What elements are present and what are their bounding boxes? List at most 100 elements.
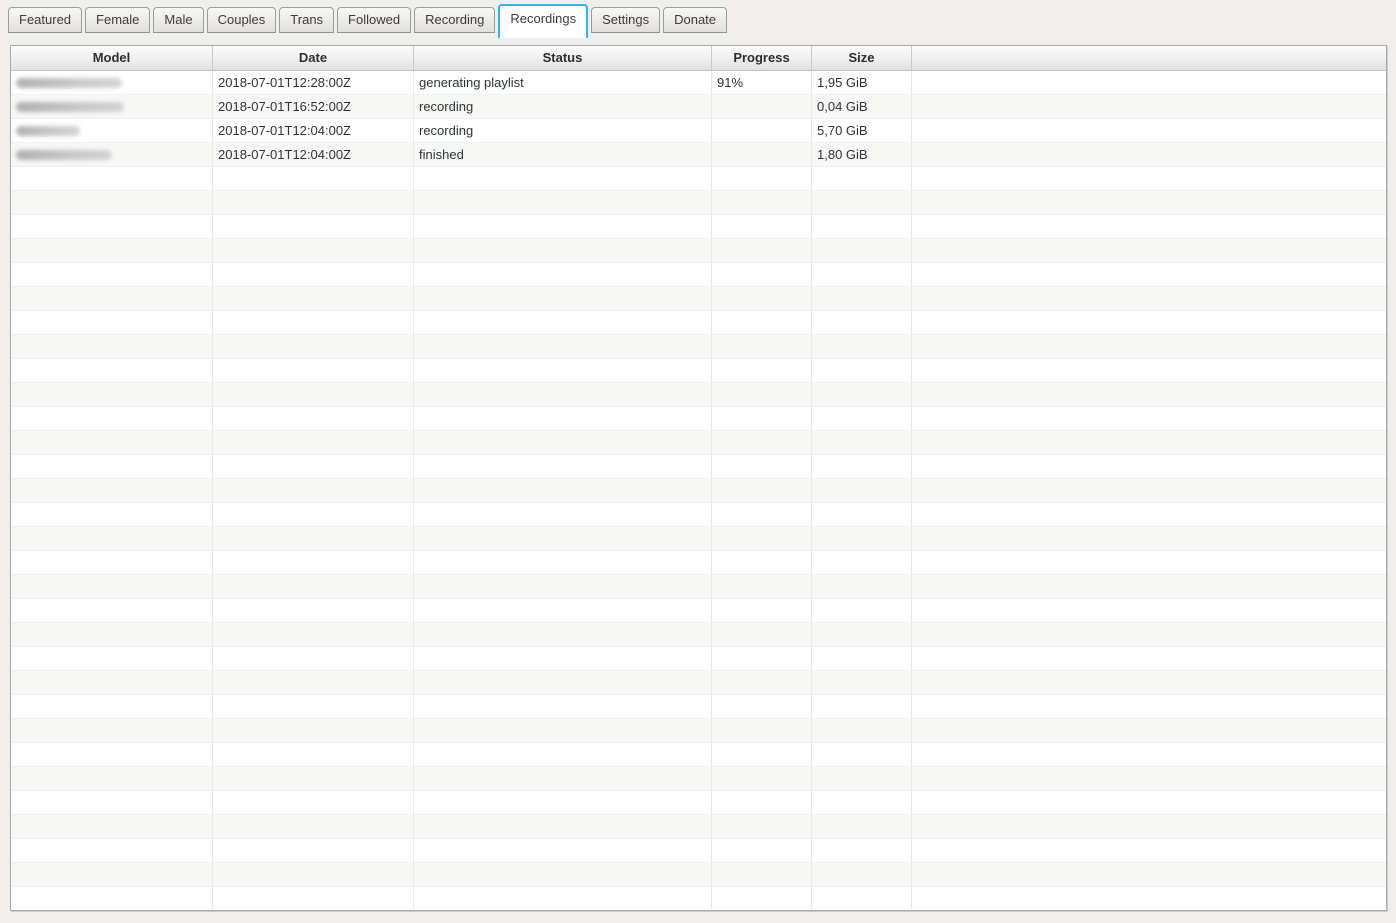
cell-empty bbox=[812, 335, 912, 358]
cell-empty bbox=[213, 263, 414, 286]
table-row[interactable]: 2018-07-01T12:04:00Z recording 5,70 GiB bbox=[11, 119, 1386, 143]
column-header-filler bbox=[912, 46, 1386, 70]
tab-trans[interactable]: Trans bbox=[279, 7, 334, 33]
column-header-model[interactable]: Model bbox=[11, 46, 213, 70]
empty-table-row bbox=[11, 887, 1386, 911]
cell-empty bbox=[812, 743, 912, 766]
cell-empty bbox=[11, 647, 213, 670]
tab-label: Donate bbox=[674, 12, 716, 27]
empty-table-row bbox=[11, 263, 1386, 287]
cell-empty bbox=[712, 263, 812, 286]
cell-empty bbox=[11, 503, 213, 526]
cell-empty bbox=[414, 719, 712, 742]
empty-table-row bbox=[11, 791, 1386, 815]
empty-table-row bbox=[11, 431, 1386, 455]
column-header-date[interactable]: Date bbox=[213, 46, 414, 70]
cell-empty bbox=[11, 839, 213, 862]
recordings-table: Model Date Status Progress Size 2018-07-… bbox=[10, 45, 1387, 911]
cell-empty bbox=[414, 623, 712, 646]
cell-empty bbox=[11, 887, 213, 910]
cell-empty bbox=[11, 863, 213, 886]
cell-empty bbox=[213, 647, 414, 670]
cell-empty bbox=[11, 743, 213, 766]
cell-empty bbox=[712, 311, 812, 334]
tab-featured[interactable]: Featured bbox=[8, 7, 82, 33]
cell-empty bbox=[712, 503, 812, 526]
cell-empty bbox=[712, 791, 812, 814]
cell-empty bbox=[812, 887, 912, 910]
cell-empty bbox=[11, 335, 213, 358]
cell-empty bbox=[712, 551, 812, 574]
cell-empty bbox=[912, 479, 1386, 502]
cell-empty bbox=[712, 239, 812, 262]
cell-progress bbox=[712, 119, 812, 142]
tab-label: Featured bbox=[19, 12, 71, 27]
cell-empty bbox=[414, 671, 712, 694]
cell-empty bbox=[712, 863, 812, 886]
empty-table-row bbox=[11, 839, 1386, 863]
cell-empty bbox=[812, 791, 912, 814]
cell-filler bbox=[912, 143, 1386, 166]
cell-empty bbox=[414, 599, 712, 622]
cell-empty bbox=[213, 887, 414, 910]
cell-empty bbox=[912, 887, 1386, 910]
tab-male[interactable]: Male bbox=[153, 7, 203, 33]
cell-empty bbox=[414, 263, 712, 286]
tab-followed[interactable]: Followed bbox=[337, 7, 411, 33]
cell-empty bbox=[912, 695, 1386, 718]
table-row[interactable]: 2018-07-01T16:52:00Z recording 0,04 GiB bbox=[11, 95, 1386, 119]
cell-empty bbox=[213, 503, 414, 526]
cell-empty bbox=[712, 599, 812, 622]
cell-empty bbox=[11, 311, 213, 334]
cell-empty bbox=[912, 383, 1386, 406]
tab-settings[interactable]: Settings bbox=[591, 7, 660, 33]
column-header-progress[interactable]: Progress bbox=[712, 46, 812, 70]
cell-empty bbox=[712, 455, 812, 478]
cell-empty bbox=[11, 407, 213, 430]
tab-female[interactable]: Female bbox=[85, 7, 150, 33]
tab-recordings[interactable]: Recordings bbox=[498, 4, 588, 38]
tab-donate[interactable]: Donate bbox=[663, 7, 727, 33]
cell-empty bbox=[912, 575, 1386, 598]
cell-empty bbox=[414, 167, 712, 190]
cell-empty bbox=[11, 383, 213, 406]
tab-recording[interactable]: Recording bbox=[414, 7, 495, 33]
tab-couples[interactable]: Couples bbox=[207, 7, 277, 33]
cell-empty bbox=[812, 191, 912, 214]
cell-empty bbox=[213, 767, 414, 790]
empty-table-row bbox=[11, 311, 1386, 335]
cell-status: finished bbox=[414, 143, 712, 166]
cell-empty bbox=[912, 407, 1386, 430]
empty-table-row bbox=[11, 623, 1386, 647]
cell-status: generating playlist bbox=[414, 71, 712, 94]
cell-empty bbox=[414, 455, 712, 478]
cell-empty bbox=[912, 215, 1386, 238]
cell-empty bbox=[912, 335, 1386, 358]
cell-size: 0,04 GiB bbox=[812, 95, 912, 118]
cell-empty bbox=[812, 167, 912, 190]
cell-empty bbox=[11, 599, 213, 622]
table-row[interactable]: 2018-07-01T12:28:00Z generating playlist… bbox=[11, 71, 1386, 95]
cell-empty bbox=[912, 431, 1386, 454]
cell-empty bbox=[11, 815, 213, 838]
empty-table-row bbox=[11, 215, 1386, 239]
cell-empty bbox=[712, 671, 812, 694]
tab-label: Settings bbox=[602, 12, 649, 27]
table-header-row: Model Date Status Progress Size bbox=[11, 46, 1386, 71]
empty-table-row bbox=[11, 695, 1386, 719]
cell-filler bbox=[912, 95, 1386, 118]
table-row[interactable]: 2018-07-01T12:04:00Z finished 1,80 GiB bbox=[11, 143, 1386, 167]
column-header-status[interactable]: Status bbox=[414, 46, 712, 70]
cell-empty bbox=[712, 359, 812, 382]
cell-empty bbox=[712, 527, 812, 550]
cell-empty bbox=[912, 311, 1386, 334]
column-header-size[interactable]: Size bbox=[812, 46, 912, 70]
cell-empty bbox=[213, 863, 414, 886]
cell-empty bbox=[812, 479, 912, 502]
cell-empty bbox=[11, 695, 213, 718]
model-name-redacted bbox=[16, 78, 122, 88]
cell-empty bbox=[812, 527, 912, 550]
cell-empty bbox=[712, 887, 812, 910]
cell-filler bbox=[912, 71, 1386, 94]
cell-model bbox=[11, 119, 213, 142]
